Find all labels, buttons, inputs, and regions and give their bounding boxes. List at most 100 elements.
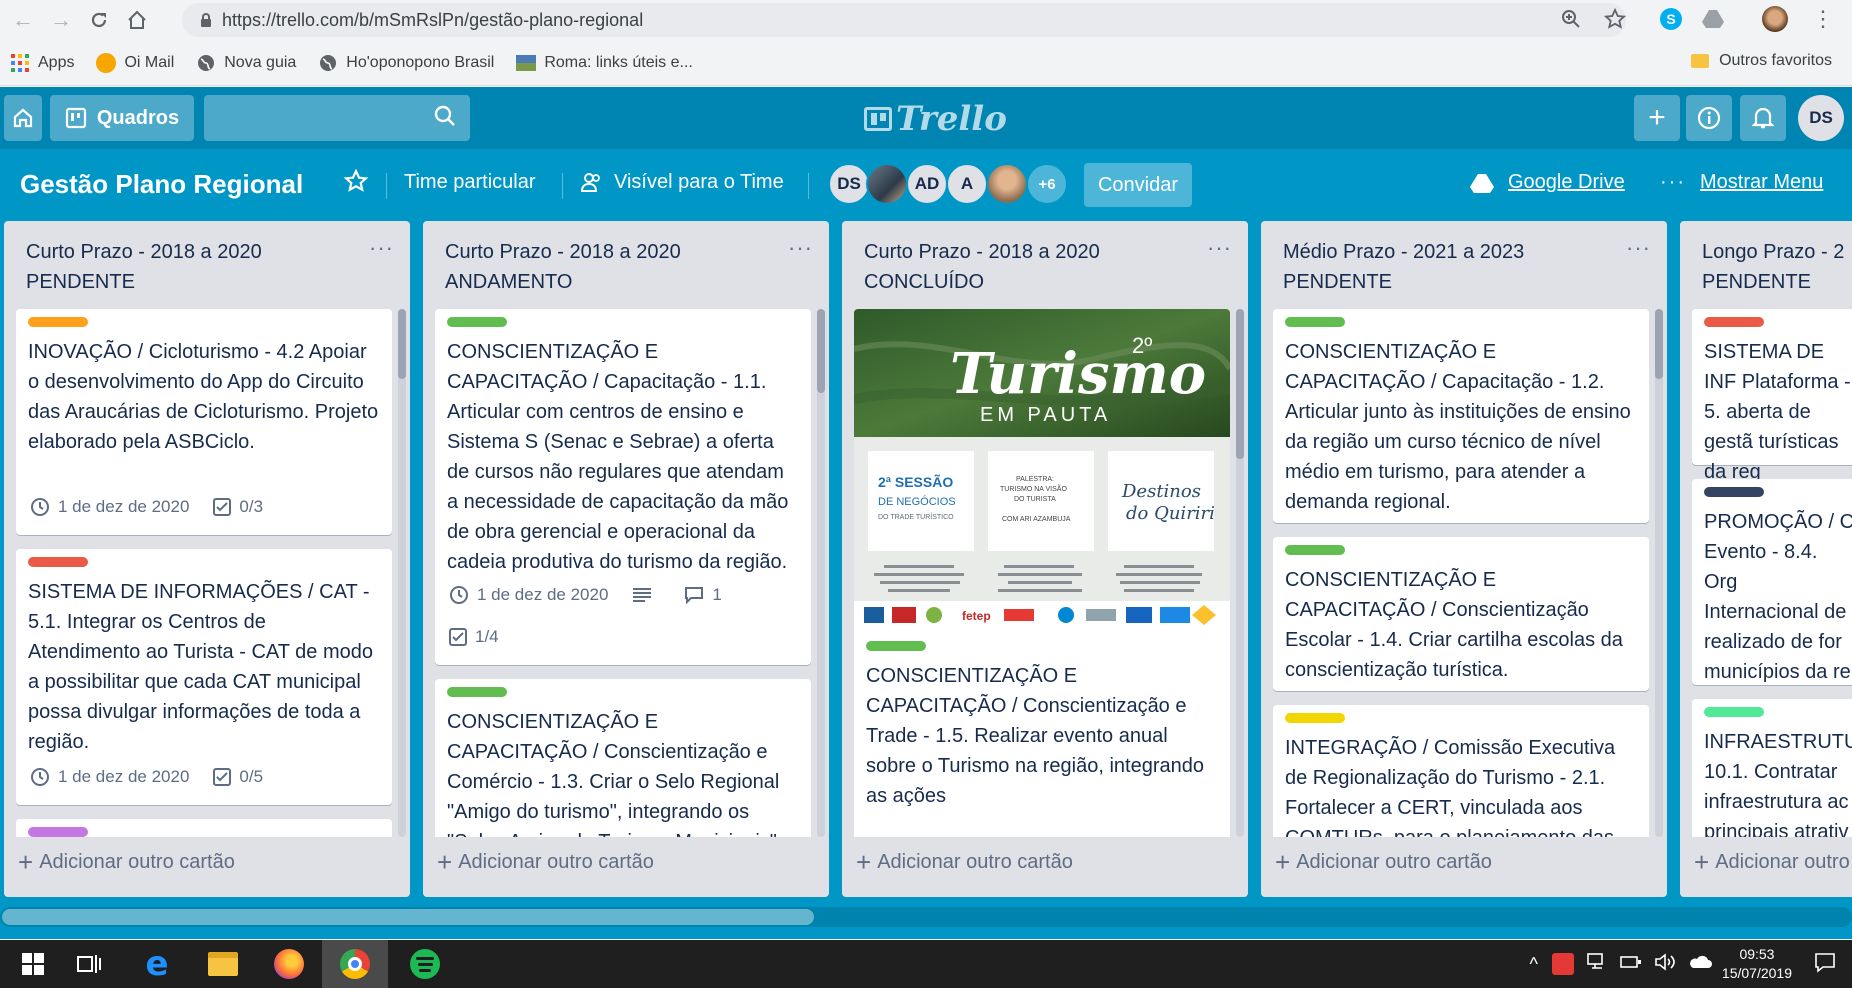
- list-title[interactable]: Curto Prazo - 2018 a 2020 CONCLUÍDO: [864, 237, 1204, 297]
- forward-arrow-icon[interactable]: →: [46, 5, 76, 35]
- card[interactable]: SISTEMA DE INFORMAÇÕES / CAT - 5.1. Inte…: [16, 549, 392, 805]
- card-title: SISTEMA DE INFORMAÇÕES / CAT - 5.1. Inte…: [28, 581, 373, 753]
- reload-icon[interactable]: [84, 5, 114, 35]
- member-avatar[interactable]: A: [946, 163, 988, 205]
- trello-logo[interactable]: Trello: [864, 99, 1007, 139]
- spotify-icon[interactable]: [392, 940, 458, 988]
- card[interactable]: CONSCIENTIZAÇÃO E CAPACITAÇÃO / Capacita…: [435, 309, 811, 665]
- member-avatar-photo[interactable]: [866, 163, 908, 205]
- card[interactable]: INOVAÇÃO / Cicloturismo - 4.2 Apoiar o d…: [16, 309, 392, 535]
- card[interactable]: PROMOÇÃO / C Evento - 8.4. Org Internaci…: [1692, 479, 1852, 685]
- file-explorer-icon[interactable]: [190, 940, 256, 988]
- list-title[interactable]: Curto Prazo - 2018 a 2020 PENDENTE: [26, 237, 366, 297]
- list-menu-icon[interactable]: ···: [788, 235, 813, 261]
- card[interactable]: CONSCIENTIZAÇÃO E CAPACITAÇÃO / Conscien…: [435, 679, 811, 837]
- scrollbar-thumb[interactable]: [2, 909, 814, 925]
- divider: [808, 173, 809, 199]
- board-horizontal-scrollbar[interactable]: [0, 907, 1852, 927]
- profile-avatar[interactable]: [1760, 4, 1790, 34]
- task-view-icon[interactable]: [56, 940, 122, 988]
- more-icon: ···: [1660, 171, 1686, 193]
- user-avatar[interactable]: DS: [1798, 95, 1844, 141]
- bell-icon: [1752, 107, 1774, 129]
- add-card-button[interactable]: +Adicionar outro cartão: [1275, 847, 1492, 878]
- cover-sponsor: fetep: [962, 609, 991, 623]
- card[interactable]: CONSCIENTIZAÇÃO E CAPACITAÇÃO / Conscien…: [1273, 537, 1649, 691]
- add-card-label: Adicionar outro cartão: [877, 851, 1073, 873]
- card[interactable]: SISTEMA DE INF Plataforma - 5. aberta de…: [1692, 309, 1852, 483]
- notifications-button[interactable]: [1740, 95, 1786, 141]
- add-card-button[interactable]: +Adicionar outro cartão: [856, 847, 1073, 878]
- bookmark-oi-mail[interactable]: Oi Mail: [96, 52, 174, 73]
- chrome-menu-icon[interactable]: ⋮: [1808, 4, 1838, 34]
- member-avatar[interactable]: AD: [906, 163, 948, 205]
- add-card-button[interactable]: +Adicionar outro cartão: [437, 847, 654, 878]
- visibility-button[interactable]: Visível para o Time: [580, 171, 784, 194]
- list-scrollbar[interactable]: [398, 309, 406, 837]
- volume-icon[interactable]: [1654, 952, 1676, 976]
- firefox-icon[interactable]: [256, 940, 322, 988]
- list-scrollbar[interactable]: [1655, 309, 1663, 837]
- skype-icon[interactable]: S: [1656, 4, 1686, 34]
- member-avatar-photo[interactable]: [986, 163, 1028, 205]
- show-menu-button[interactable]: ··· Mostrar Menu: [1660, 171, 1823, 194]
- card-label: [1285, 713, 1345, 723]
- add-button[interactable]: +: [1634, 95, 1680, 141]
- list-menu-icon[interactable]: ···: [1626, 235, 1651, 261]
- list-scrollbar[interactable]: [1236, 309, 1244, 837]
- card-title: INOVAÇÃO / Cicloturismo - 4.2 Apoiar o d…: [28, 341, 379, 453]
- list-cards: Turismo 2º EM PAUTA 2ª SESSÃO DE NEGÓCIO…: [854, 309, 1230, 837]
- network-icon[interactable]: [1586, 952, 1608, 977]
- drive-extension-icon[interactable]: [1698, 4, 1728, 34]
- bookmark-roma[interactable]: Roma: links úteis e...: [516, 53, 693, 73]
- chevron-up-icon[interactable]: ^: [1529, 954, 1537, 975]
- card-title: CONSCIENTIZAÇÃO E CAPACITAÇÃO / Conscien…: [866, 665, 1204, 807]
- card[interactable]: Turismo 2º EM PAUTA 2ª SESSÃO DE NEGÓCIO…: [854, 309, 1230, 837]
- card-badges: 1 de dez de 2020 1: [449, 585, 746, 605]
- home-button[interactable]: [4, 95, 42, 141]
- search-input[interactable]: [204, 95, 470, 141]
- notification-center-icon[interactable]: [1814, 951, 1836, 978]
- onedrive-icon[interactable]: [1688, 954, 1712, 975]
- list-menu-icon[interactable]: ···: [1207, 235, 1232, 261]
- boards-icon: [65, 107, 86, 129]
- bookmark-apps[interactable]: Apps: [10, 53, 74, 73]
- add-card-button[interactable]: +Adicionar outro cartão: [18, 847, 235, 878]
- list-title[interactable]: Longo Prazo - 2 PENDENTE: [1702, 237, 1852, 297]
- card[interactable]: CONSCIENTIZAÇÃO E CAPACITAÇÃO / Capacita…: [1273, 309, 1649, 523]
- card-label: [866, 641, 926, 651]
- board-title[interactable]: Gestão Plano Regional: [20, 169, 303, 200]
- other-bookmarks[interactable]: Outros favoritos: [1691, 52, 1832, 70]
- star-board-icon[interactable]: [344, 169, 368, 193]
- card[interactable]: INTEGRAÇÃO / Comissão Executiva de Regio…: [1273, 705, 1649, 837]
- list-menu-icon[interactable]: ···: [369, 235, 394, 261]
- antivirus-icon[interactable]: [1551, 953, 1574, 975]
- card[interactable]: [16, 819, 392, 837]
- list-scrollbar[interactable]: [817, 309, 825, 837]
- list-title[interactable]: Curto Prazo - 2018 a 2020 ANDAMENTO: [445, 237, 785, 297]
- google-drive-button[interactable]: Google Drive: [1470, 171, 1625, 194]
- info-button[interactable]: [1686, 95, 1732, 141]
- card-label: [1704, 487, 1764, 497]
- more-members-badge[interactable]: +6: [1026, 163, 1068, 205]
- chrome-icon[interactable]: [322, 940, 388, 988]
- plus-icon: +: [1648, 101, 1666, 134]
- add-card-button[interactable]: +Adicionar outro cartão: [1694, 847, 1852, 878]
- star-bookmark-icon[interactable]: [1600, 4, 1630, 34]
- invite-button[interactable]: Convidar: [1084, 163, 1192, 207]
- card[interactable]: INFRAESTRUTUR 10.1. Contratar infraestru…: [1692, 699, 1852, 837]
- team-button[interactable]: Time particular: [404, 171, 536, 194]
- back-arrow-icon[interactable]: ←: [8, 5, 38, 35]
- battery-icon[interactable]: [1620, 954, 1642, 975]
- bookmark-nova-guia[interactable]: Nova guia: [196, 53, 296, 73]
- list-title[interactable]: Médio Prazo - 2021 a 2023 PENDENTE: [1283, 237, 1623, 297]
- home-icon[interactable]: [122, 5, 152, 35]
- zoom-icon[interactable]: [1556, 4, 1586, 34]
- bookmark-hooponopono[interactable]: Ho'oponopono Brasil: [318, 53, 494, 73]
- member-avatar[interactable]: DS: [828, 163, 870, 205]
- taskbar-clock[interactable]: 09:53 15/07/2019: [1722, 945, 1792, 983]
- edge-browser-icon[interactable]: e: [124, 940, 190, 988]
- boards-button[interactable]: Quadros: [50, 95, 194, 141]
- card-label: [28, 317, 88, 327]
- address-bar[interactable]: https://trello.com/b/mSmRslPn/gestão-pla…: [182, 3, 1626, 37]
